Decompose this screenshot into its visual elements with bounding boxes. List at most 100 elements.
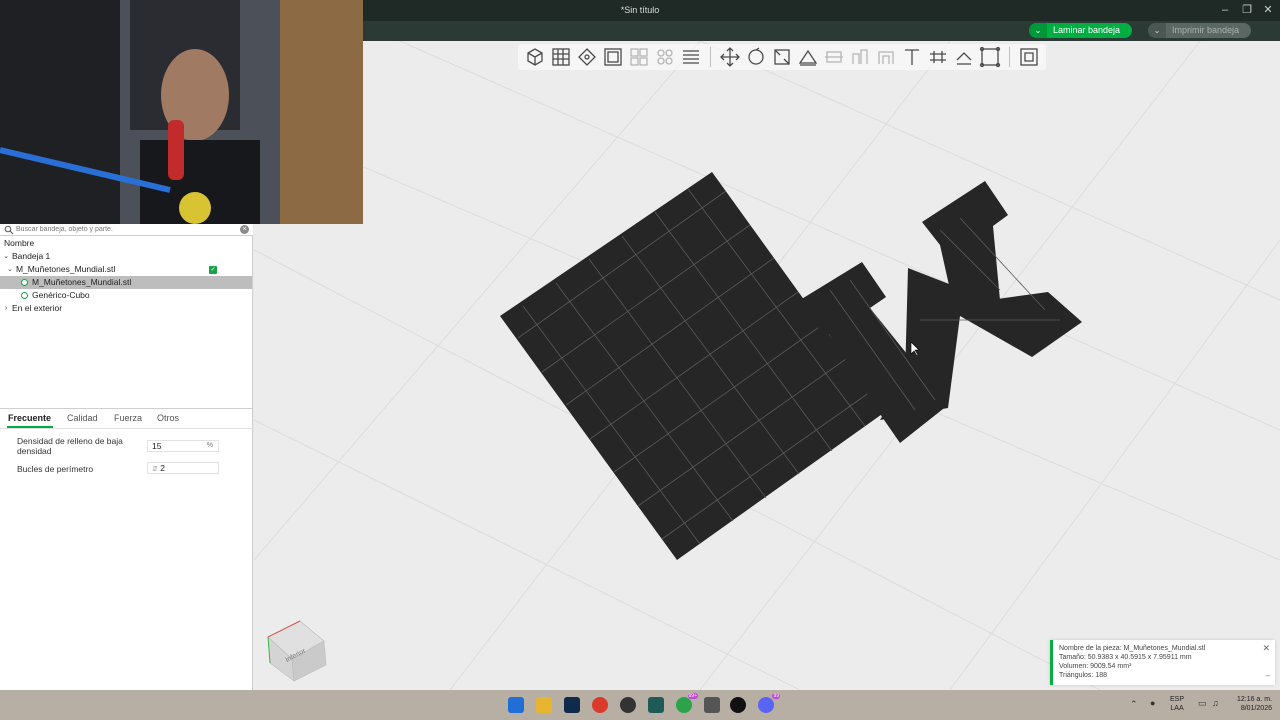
tab-frecuente[interactable]: Frecuente (8, 413, 51, 423)
chevron-down-icon[interactable]: ⌄ (1148, 23, 1166, 38)
search-input[interactable] (16, 224, 236, 235)
tree-item-part-label: M_Muñetones_Mundial.stl (32, 277, 132, 287)
tree-item-modifier-label: Genérico-Cubo (32, 290, 90, 300)
volume-icon[interactable]: ♫ (1212, 698, 1219, 708)
infill-density-field[interactable]: 15 % (147, 440, 219, 452)
rotate-icon[interactable] (745, 46, 767, 68)
discord-icon[interactable]: 99 (758, 693, 780, 713)
tree-item-outside[interactable]: › En el exterior (0, 302, 252, 315)
wall-loops-label: Bucles de perímetro (17, 464, 94, 474)
chevron-down-icon[interactable]: ⌄ (2, 250, 10, 263)
search-bar: × (0, 224, 253, 236)
clear-search-icon[interactable]: × (240, 225, 249, 234)
infill-density-value: 15 (152, 441, 162, 451)
assembly-icon[interactable] (953, 46, 975, 68)
lay-on-face-icon[interactable] (797, 46, 819, 68)
seam-paint-icon[interactable] (875, 46, 897, 68)
print-plate-button[interactable]: ⌄ Imprimir bandeja (1148, 23, 1252, 38)
tree-item-outside-label: En el exterior (12, 303, 63, 313)
slice-plate-button[interactable]: ⌄ Laminar bandeja (1029, 23, 1133, 38)
object-tree: Nombre ⌄ Bandeja 1 ⌄ M_Muñetones_Mundial… (0, 236, 253, 408)
tree-item-plate-label: Bandeja 1 (12, 251, 51, 261)
move-icon[interactable] (719, 46, 741, 68)
obs-icon[interactable] (620, 697, 636, 713)
infill-density-unit: % (206, 442, 213, 449)
start-icon[interactable] (508, 697, 524, 713)
webcam-video (0, 0, 363, 224)
object-info-panel: Nombre de la pieza: M_Muñetones_Mundial.… (1050, 640, 1275, 685)
clock-time: 12:16 a. m. (1236, 696, 1272, 703)
tree-item-plate[interactable]: ⌄ Bandeja 1 (0, 250, 252, 263)
build-plate-grid (254, 41, 1280, 690)
tab-fuerza[interactable]: Fuerza (114, 413, 142, 423)
mesh-boolean-icon[interactable] (979, 46, 1001, 68)
toolbar (518, 44, 1046, 70)
minimize-icon[interactable]: – (1216, 3, 1234, 17)
tab-otros[interactable]: Otros (157, 413, 179, 423)
tray-chevron-icon[interactable]: ⌃ (1130, 699, 1138, 710)
file-explorer-icon[interactable] (536, 697, 552, 713)
keyboard-layout: LAA (1170, 705, 1184, 712)
split-parts-icon[interactable] (654, 46, 676, 68)
clock[interactable]: 12:16 a. m. 8/01/2026 (1228, 695, 1272, 713)
whatsapp-icon[interactable]: 99+ (676, 693, 698, 713)
microphone-icon[interactable]: ● (1150, 698, 1155, 708)
tree-item-part[interactable]: M_Muñetones_Mundial.stl (0, 276, 252, 289)
arrange-icon[interactable] (602, 46, 624, 68)
discord-badge: 99 (772, 693, 780, 699)
close-icon[interactable]: ✕ (1262, 644, 1270, 653)
windows-taskbar: 99+ 99 ⌃ ● ESP LAA ▭ ♫ 12:16 a. m. 8/01/… (0, 690, 1280, 720)
add-object-icon[interactable] (524, 46, 546, 68)
tree-item-object[interactable]: ⌄ M_Muñetones_Mundial.stl ✓ (0, 263, 252, 276)
close-icon[interactable]: ✕ (1259, 3, 1277, 17)
info-triangles: Triángulos: 188 (1059, 672, 1107, 679)
chevron-down-icon[interactable]: ⌄ (6, 263, 14, 276)
split-objects-icon[interactable] (628, 46, 650, 68)
chevron-down-icon[interactable]: ⌄ (1029, 23, 1047, 38)
layers-icon[interactable] (680, 46, 702, 68)
tree-item-modifier[interactable]: Genérico-Cubo (0, 289, 252, 302)
collapse-icon[interactable]: – (1266, 671, 1270, 680)
visibility-checkbox[interactable]: ✓ (209, 266, 217, 274)
print-plate-label: Imprimir bandeja (1172, 25, 1240, 35)
infill-density-label: Densidad de relleno de baja densidad (17, 436, 123, 456)
measure-icon[interactable] (927, 46, 949, 68)
wall-loops-value: 2 (160, 463, 165, 473)
search-icon (4, 225, 14, 235)
cut-icon[interactable] (823, 46, 845, 68)
modifier-icon (21, 292, 28, 299)
text-icon[interactable] (901, 46, 923, 68)
tree-item-object-label: M_Muñetones_Mundial.stl (16, 264, 116, 274)
app-icon[interactable] (648, 697, 664, 713)
app-icon[interactable] (704, 697, 720, 713)
toolbar-separator (710, 47, 711, 67)
part-icon (21, 279, 28, 286)
tab-calidad[interactable]: Calidad (67, 413, 98, 423)
stepper-arrows-icon[interactable]: ⇵ (152, 466, 158, 473)
process-settings: Frecuente Calidad Fuerza Otros Densidad … (0, 408, 253, 690)
toolbar-separator (1009, 47, 1010, 67)
tab-divider (0, 428, 253, 429)
chrome-icon[interactable] (592, 697, 608, 713)
auto-orient-icon[interactable] (576, 46, 598, 68)
tree-header-name: Nombre (4, 238, 35, 248)
info-volume: Volumen: 9009.54 mm³ (1059, 663, 1132, 670)
bambu-studio-icon[interactable] (730, 697, 746, 713)
clock-date: 8/01/2026 (1240, 705, 1272, 712)
scale-icon[interactable] (771, 46, 793, 68)
slice-plate-label: Laminar bandeja (1053, 25, 1121, 35)
wall-loops-stepper[interactable]: ⇵ 2 (147, 462, 219, 474)
support-paint-icon[interactable] (849, 46, 871, 68)
language-indicator[interactable]: ESP LAA (1170, 695, 1184, 713)
3d-viewport[interactable]: Inferior (254, 41, 1280, 690)
restore-icon[interactable]: ❐ (1238, 3, 1256, 17)
network-icon[interactable]: ▭ (1198, 698, 1207, 709)
photoshop-icon[interactable] (564, 697, 580, 713)
whatsapp-badge: 99+ (687, 693, 698, 699)
view-cube[interactable]: Inferior (262, 615, 328, 685)
language-code: ESP (1170, 696, 1185, 703)
variable-layer-icon[interactable] (1018, 46, 1040, 68)
chevron-right-icon[interactable]: › (2, 302, 10, 315)
add-plate-icon[interactable] (550, 46, 572, 68)
active-tab-indicator (7, 426, 53, 428)
